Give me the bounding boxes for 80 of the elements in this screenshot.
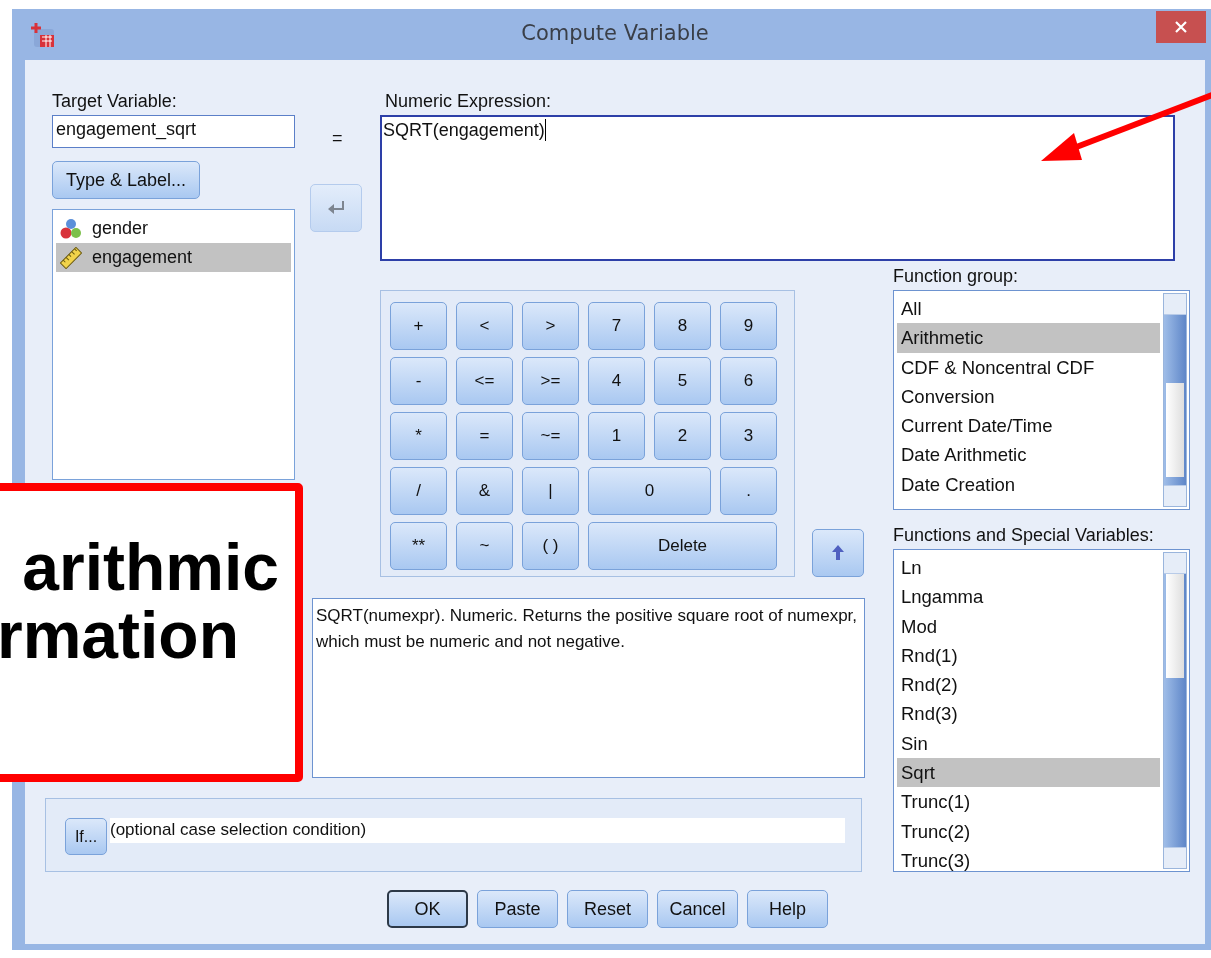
keypad-button[interactable]: | <box>522 467 579 515</box>
scrollbar[interactable] <box>1163 552 1187 869</box>
close-icon <box>1174 20 1188 34</box>
keypad-button[interactable]: ** <box>390 522 447 570</box>
keypad-button[interactable]: 9 <box>720 302 777 350</box>
list-item[interactable]: Date Arithmetic <box>897 440 1160 470</box>
keypad-button[interactable]: * <box>390 412 447 460</box>
keypad-button[interactable]: 2 <box>654 412 711 460</box>
field-label: Numeric Expression: <box>384 90 553 113</box>
expression-field[interactable]: SQRT(engagement) <box>380 115 1175 261</box>
move-button[interactable] <box>310 184 362 232</box>
list-item[interactable]: Rnd(1) <box>897 640 1160 671</box>
move-button[interactable] <box>812 529 864 577</box>
target-variable-field[interactable]: engagement_sqrt <box>52 115 295 148</box>
keypad-button[interactable]: 1 <box>588 412 645 460</box>
keypad-button[interactable]: 6 <box>720 357 777 405</box>
keypad-button[interactable]: & <box>456 467 513 515</box>
scrollbar[interactable] <box>1163 293 1187 507</box>
keypad-button[interactable]: Delete <box>588 522 777 570</box>
type-label-button[interactable]: Type & Label... <box>52 161 200 199</box>
keypad-button[interactable]: - <box>390 357 447 405</box>
keypad-button[interactable]: ~= <box>522 412 579 460</box>
variable-name: gender <box>92 218 149 239</box>
list-item[interactable]: Trunc(1) <box>897 787 1160 817</box>
if-button[interactable]: If... <box>65 818 107 855</box>
variable-name: engagement <box>92 247 193 268</box>
variable-item[interactable]: engagement <box>56 243 291 272</box>
keypad-button[interactable]: >= <box>522 357 579 405</box>
function-list[interactable]: Ln Lngamma Mod Rnd(1) Rnd(2) Rnd(3) Sin Sqrt Trunc(1) Trunc(2) Trunc(3) <box>893 549 1190 872</box>
list-item[interactable]: Rnd(3) <box>897 699 1160 729</box>
keypad-button[interactable]: <= <box>456 357 513 405</box>
callout-text: arithmic <box>22 533 279 601</box>
list-item[interactable]: Sin <box>897 728 1160 759</box>
list-item[interactable]: Mod <box>897 611 1160 641</box>
list-item[interactable]: Arithmetic <box>897 323 1160 353</box>
keypad-button[interactable]: 3 <box>720 412 777 460</box>
list-item[interactable]: All <box>897 294 1160 324</box>
keypad-button[interactable]: ( ) <box>522 522 579 570</box>
keypad-button[interactable]: 5 <box>654 357 711 405</box>
list-item[interactable]: Trunc(3) <box>897 845 1160 871</box>
keypad-button[interactable]: > <box>522 302 579 350</box>
field-label: Function group: <box>893 265 1020 288</box>
list-item[interactable]: Trunc(2) <box>897 816 1160 846</box>
keypad-button[interactable]: . <box>720 467 777 515</box>
keypad-button[interactable]: 0 <box>588 467 711 515</box>
spreadsheet-icon <box>28 20 56 49</box>
list-item[interactable]: Current Date/Time <box>897 411 1160 441</box>
list-item[interactable]: Conversion <box>897 381 1160 412</box>
variable-list[interactable]: gender engagement <box>52 209 295 480</box>
dialog-button[interactable]: Paste <box>477 890 558 928</box>
list-item[interactable]: CDF & Noncentral CDF <box>897 352 1160 382</box>
equals-sign: = <box>332 128 343 150</box>
keypad-button[interactable]: / <box>390 467 447 515</box>
condition-field[interactable]: (optional case selection condition) <box>110 818 845 843</box>
field-label: Target Variable: <box>52 90 178 113</box>
text-cursor <box>544 119 546 141</box>
keypad-button[interactable]: 4 <box>588 357 645 405</box>
variable-item[interactable]: gender <box>56 214 291 243</box>
keypad-button[interactable]: = <box>456 412 513 460</box>
keypad-button[interactable]: + <box>390 302 447 350</box>
dialog-button[interactable]: Cancel <box>657 890 738 928</box>
function-list[interactable]: All Arithmetic CDF & Noncentral CDF Conversion Current Date/Time Date Arithmetic Date Creation <box>893 290 1190 510</box>
nominal-icon <box>60 218 82 239</box>
list-item[interactable]: Sqrt <box>897 758 1160 788</box>
list-item[interactable]: Date Creation <box>897 469 1160 500</box>
dialog-button[interactable]: Reset <box>567 890 648 928</box>
dialog-button[interactable]: OK <box>387 890 468 928</box>
list-item[interactable]: Lngamma <box>897 582 1160 612</box>
keypad-button[interactable]: ~ <box>456 522 513 570</box>
dialog-button[interactable]: Help <box>747 890 828 928</box>
window-title: Compute Variable <box>520 21 710 45</box>
close-button[interactable] <box>1156 11 1206 43</box>
function-description: SQRT(numexpr). Numeric. Returns the positive square root of numexpr, which must be numeric and not negative. <box>316 605 859 653</box>
callout-text: rmation <box>0 601 239 669</box>
keypad-button[interactable]: < <box>456 302 513 350</box>
list-item[interactable]: Rnd(2) <box>897 670 1160 700</box>
keypad-button[interactable]: 7 <box>588 302 645 350</box>
keypad-button[interactable]: 8 <box>654 302 711 350</box>
list-item[interactable]: Ln <box>897 553 1160 583</box>
field-label: Functions and Special Variables: <box>893 524 1155 547</box>
